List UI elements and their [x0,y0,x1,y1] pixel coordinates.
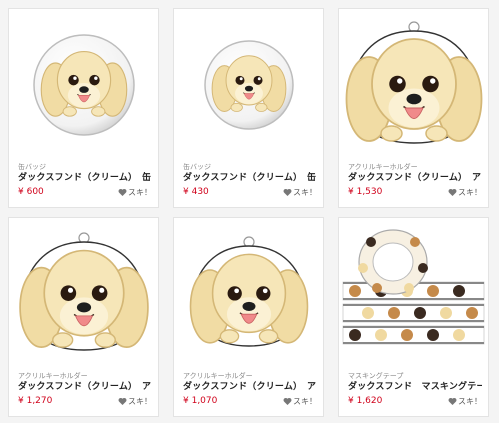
heart-icon [118,397,127,405]
product-price: ¥ 600 [18,187,44,197]
dachshund-keyholder-image [189,236,308,347]
like-label: スキ！ [128,396,152,406]
product-image[interactable] [174,9,323,161]
product-card-masking-tape[interactable]: マスキングテープ ダックスフンド マスキングテー ¥ 1,620 スキ！ [338,217,489,417]
product-category: アクリルキーホルダー [18,372,88,380]
product-name[interactable]: ダックスフンド（クリーム） ア [348,172,482,184]
heart-icon [118,188,127,196]
product-name[interactable]: ダックスフンド マスキングテー [348,381,482,393]
product-category: 缶バッジ [18,163,46,171]
heart-icon [283,188,292,196]
product-price: ¥ 1,070 [183,396,218,406]
like-button[interactable]: スキ！ [283,187,317,198]
heart-icon [448,397,457,405]
product-grid: 缶バッジ ダックスフンド（クリーム） 缶 ¥ 600 スキ！ 缶バッジ ダックス… [8,8,489,417]
product-category: アクリルキーホルダー [183,372,253,380]
product-name[interactable]: ダックスフンド（クリーム） ア [183,381,317,393]
product-price: ¥ 1,620 [348,396,383,406]
dachshund-keyholder-image [18,232,149,351]
product-price: ¥ 430 [183,187,209,197]
product-name[interactable]: ダックスフンド（クリーム） 缶 [183,172,317,184]
product-card-keyholder-large[interactable]: アクリルキーホルダー ダックスフンド（クリーム） ア ¥ 1,530 スキ！ [338,8,489,208]
like-label: スキ！ [293,396,317,406]
dachshund-badge-image [32,34,135,136]
product-category: 缶バッジ [183,163,211,171]
product-image[interactable] [174,218,323,370]
product-price: ¥ 1,270 [18,396,53,406]
heart-icon [448,188,457,196]
like-button[interactable]: スキ！ [118,187,152,198]
product-card-badge-large[interactable]: 缶バッジ ダックスフンド（クリーム） 缶 ¥ 600 スキ！ [8,8,159,208]
masking-tape-image [342,229,485,345]
product-card-keyholder-medium[interactable]: アクリルキーホルダー ダックスフンド（クリーム） ア ¥ 1,270 スキ！ [8,217,159,417]
like-label: スキ！ [293,187,317,197]
product-name[interactable]: ダックスフンド（クリーム） ア [18,381,152,393]
product-card-badge-small[interactable]: 缶バッジ ダックスフンド（クリーム） 缶 ¥ 430 スキ！ [173,8,324,208]
like-button[interactable]: スキ！ [283,396,317,407]
heart-icon [283,397,292,405]
product-price: ¥ 1,530 [348,187,383,197]
product-image[interactable] [339,218,488,370]
like-label: スキ！ [458,396,482,406]
dachshund-badge-image [203,40,294,130]
product-image[interactable] [9,218,158,370]
like-button[interactable]: スキ！ [448,396,482,407]
product-card-keyholder-small[interactable]: アクリルキーホルダー ダックスフンド（クリーム） ア ¥ 1,070 スキ！ [173,217,324,417]
dachshund-keyholder-image [345,21,482,144]
product-name[interactable]: ダックスフンド（クリーム） 缶 [18,172,152,184]
product-image[interactable] [9,9,158,161]
like-button[interactable]: スキ！ [118,396,152,407]
product-image[interactable] [339,9,488,161]
product-category: アクリルキーホルダー [348,163,418,171]
product-category: マスキングテープ [348,372,404,380]
like-label: スキ！ [128,187,152,197]
like-button[interactable]: スキ！ [448,187,482,198]
like-label: スキ！ [458,187,482,197]
